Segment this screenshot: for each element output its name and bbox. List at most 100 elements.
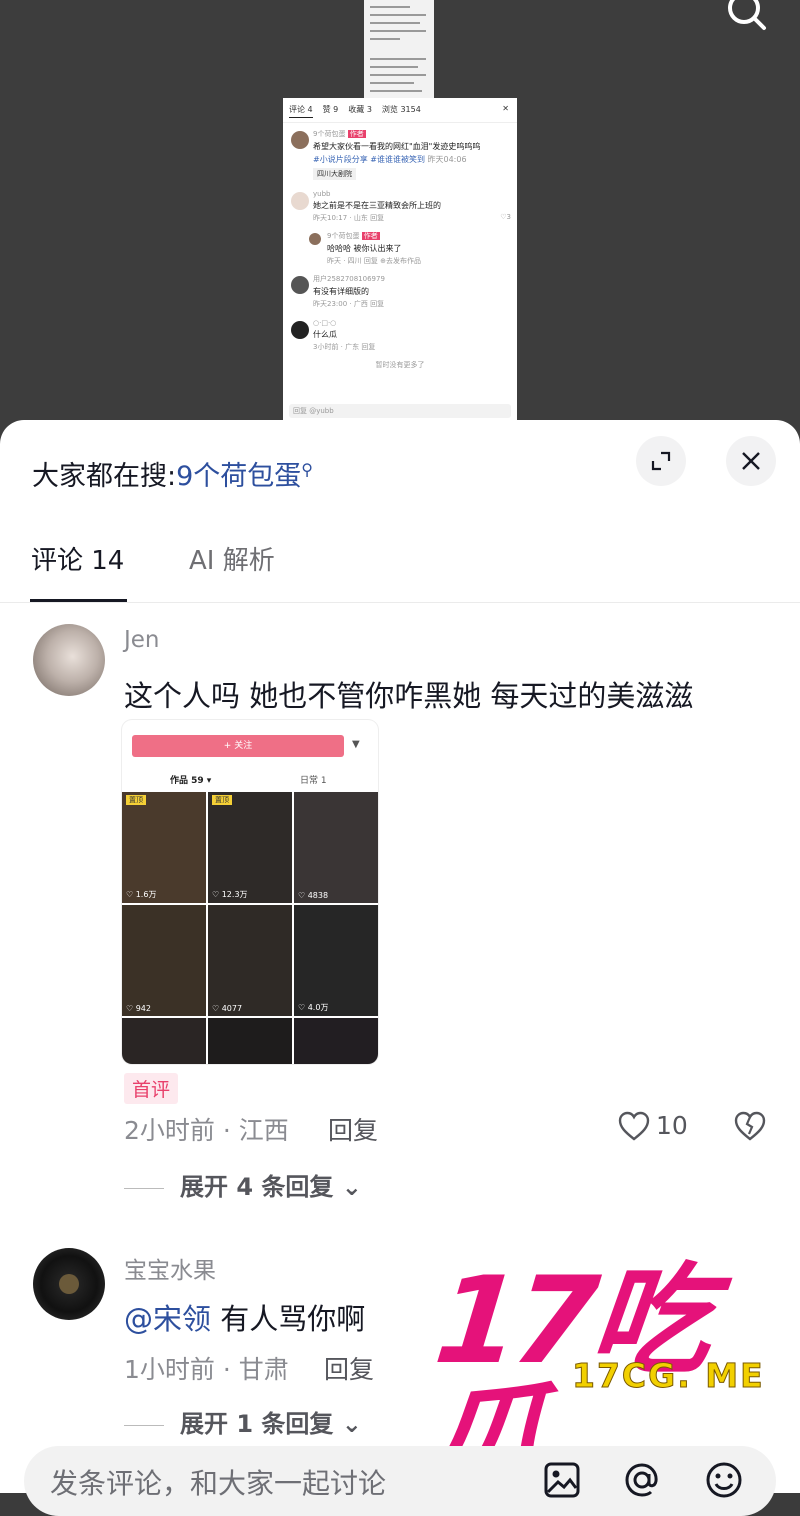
mini-tab: 评论 4 [289, 104, 313, 118]
image-icon[interactable] [542, 1460, 582, 1500]
tab-ai-analysis[interactable]: AI 解析 [189, 540, 275, 577]
expand-replies-label: 展开 4 条回复 [180, 1173, 334, 1201]
mini-text: 希望大家伙看一看我的网红"血泪"发迹史呜呜呜 [313, 142, 481, 151]
video-thumb: ♡ 4.0万 [294, 905, 378, 1016]
expand-icon [651, 451, 671, 471]
mini-tab: 收藏 3 [348, 105, 372, 114]
video-thumb: ♡ 4077 [208, 905, 292, 1016]
video-like-count: ♡ 4.0万 [298, 1003, 329, 1012]
mini-author-badge: 作者 [347, 130, 366, 138]
chevron-down-icon: ⌄ [341, 1173, 362, 1201]
mini-avatar [291, 131, 309, 149]
mini-tab: 赞 9 [322, 105, 339, 114]
mini-meta: 昨天 · 四川 回复 ⊕去发布作品 [327, 257, 421, 265]
video-grid: 置顶 ♡ 1.6万 置顶 ♡ 12.3万 ♡ 4838 ♡ 942 ♡ 4077 ♡… [122, 792, 378, 1064]
mini-location: 四川大剧院 [313, 168, 356, 180]
expand-replies-button[interactable]: 展开 1 条回复 ⌄ [124, 1404, 362, 1439]
expand-replies-button[interactable]: 展开 4 条回复 ⌄ [124, 1167, 362, 1202]
comment-input-bar[interactable]: 发条评论，和大家一起讨论 [24, 1446, 776, 1516]
video-thumb: ♡ 4838 [294, 792, 378, 903]
close-button[interactable] [726, 436, 776, 486]
works-tab: 作品 59 ▾ [170, 776, 212, 786]
video-like-count: ♡ 4838 [298, 891, 329, 900]
close-icon [742, 452, 760, 470]
expand-replies-label: 展开 1 条回复 [180, 1410, 334, 1438]
comment-attached-image[interactable]: + 关注 ▼ 作品 59 ▾ 日常 1 置顶 ♡ 1.6万 置顶 ♡ 12.3万 ♡… [122, 720, 378, 1064]
comment-text: 这个人吗 她也不管你咋黑她 每天过的美滋滋 [124, 679, 694, 713]
comment-meta: 2小时前 · 江西 [124, 1116, 289, 1145]
mini-comment: yubb 她之前是不是在三亚精致会所上班的 昨天10:17 · 山东 回复 ♡3 [283, 184, 517, 227]
comment-text: @宋领 有人骂你啊 [124, 1296, 365, 1338]
first-comment-badge: 首评 [124, 1073, 179, 1104]
comment-input-placeholder[interactable]: 发条评论，和大家一起讨论 [50, 1462, 386, 1502]
mini-time: 昨天04:06 [427, 155, 467, 164]
trending-search[interactable]: 大家都在搜:9个荷包蛋⚲ [32, 454, 313, 493]
mini-tabs: 评论 4 赞 9 收藏 3 浏览 3154 ✕ [283, 98, 517, 123]
search-prefix: 大家都在搜: [32, 461, 177, 492]
dislike-broken-heart-icon[interactable] [733, 1110, 767, 1142]
like-count: 10 [656, 1111, 688, 1140]
search-keyword[interactable]: 9个荷包蛋 [176, 461, 301, 492]
comment-author[interactable]: Jen [124, 627, 160, 653]
mini-name: 用户2582708106979 [313, 275, 385, 283]
mini-author-badge: 作者 [361, 232, 380, 240]
avatar[interactable] [33, 624, 105, 696]
reply-button[interactable]: 回复 [324, 1350, 374, 1386]
comment-author[interactable]: 宝宝水果 [124, 1251, 216, 1285]
mini-name: 9个荷包蛋 [327, 232, 360, 240]
video-thumb: ♡ 942 [122, 905, 206, 1016]
mini-text: 有没有详细版的 [313, 287, 369, 296]
search-icon[interactable] [724, 0, 772, 36]
mini-name: ○·□·○ [313, 319, 337, 327]
mini-comment: ○·□·○ 什么瓜 3小时前 · 广东 回复 [283, 313, 517, 356]
video-thumb [208, 1018, 292, 1064]
comment-meta: 1小时前 · 甘肃 [124, 1355, 289, 1384]
mini-likes: 3 [506, 213, 511, 221]
video-thumb [294, 1018, 378, 1064]
video-background: 评论 4 赞 9 收藏 3 浏览 3154 ✕ 9个荷包蛋 作者 希望大家伙看一… [0, 0, 800, 440]
mini-avatar [291, 321, 309, 339]
mention-link[interactable]: @宋领 [124, 1302, 211, 1336]
daily-tab: 日常 1 [300, 776, 327, 786]
mini-sub-comment: 9个荷包蛋 作者 哈哈哈 被你认出来了 昨天 · 四川 回复 ⊕去发布作品 [307, 227, 517, 268]
mini-name: 9个荷包蛋 [313, 130, 346, 138]
reply-button[interactable]: 回复 [328, 1111, 378, 1147]
mini-avatar [291, 276, 309, 294]
mini-input: 回复 @yubb [289, 404, 511, 418]
tab-bar: 评论 14 AI 解析 [0, 540, 800, 603]
pinned-badge: 置顶 [126, 795, 146, 805]
watermark-domain: 17CG. ME [572, 1356, 765, 1396]
divider [124, 1187, 164, 1189]
video-like-count: ♡ 1.6万 [126, 890, 157, 899]
mini-meta: 昨天10:17 · 山东 回复 [313, 214, 385, 222]
mini-comment: 用户2582708106979 有没有详细版的 昨天23:00 · 广西 回复 [283, 268, 517, 313]
document-preview-thumbnail [364, 0, 434, 100]
mini-comment: 9个荷包蛋 作者 希望大家伙看一看我的网红"血泪"发迹史呜呜呜 #小说片段分享 … [283, 123, 517, 184]
mention-at-icon[interactable] [622, 1460, 662, 1500]
divider [124, 1424, 164, 1426]
mini-avatar [309, 233, 321, 245]
avatar[interactable] [33, 1248, 105, 1320]
video-thumb: 置顶 ♡ 12.3万 [208, 792, 292, 903]
mini-meta: 3小时前 · 广东 回复 [313, 343, 376, 351]
like-heart-icon[interactable] [617, 1110, 651, 1142]
mini-avatar [291, 192, 309, 210]
dropdown-arrow-icon: ▼ [352, 739, 360, 750]
mini-end-text: 暂时没有更多了 [375, 361, 425, 369]
expand-button[interactable] [636, 436, 686, 486]
mini-meta: 昨天23:00 · 广西 回复 [313, 300, 385, 308]
video-thumb [122, 1018, 206, 1064]
video-thumb: 置顶 ♡ 1.6万 [122, 792, 206, 903]
mini-text: 哈哈哈 被你认出来了 [327, 244, 402, 253]
mini-text: 什么瓜 [313, 330, 337, 339]
video-like-count: ♡ 942 [126, 1004, 151, 1013]
tab-underline [30, 599, 127, 602]
avatar-logo [59, 1274, 79, 1294]
comment-body: 有人骂你啊 [211, 1302, 366, 1336]
video-like-count: ♡ 12.3万 [212, 890, 248, 899]
mini-tab: 浏览 3154 [381, 105, 421, 114]
embedded-comment-screenshot: 评论 4 赞 9 收藏 3 浏览 3154 ✕ 9个荷包蛋 作者 希望大家伙看一… [283, 98, 517, 422]
mini-tags: #小说片段分享 #谁谁谁被笑到 [313, 155, 425, 164]
tab-comments[interactable]: 评论 14 [31, 540, 124, 577]
emoji-icon[interactable] [704, 1460, 744, 1500]
